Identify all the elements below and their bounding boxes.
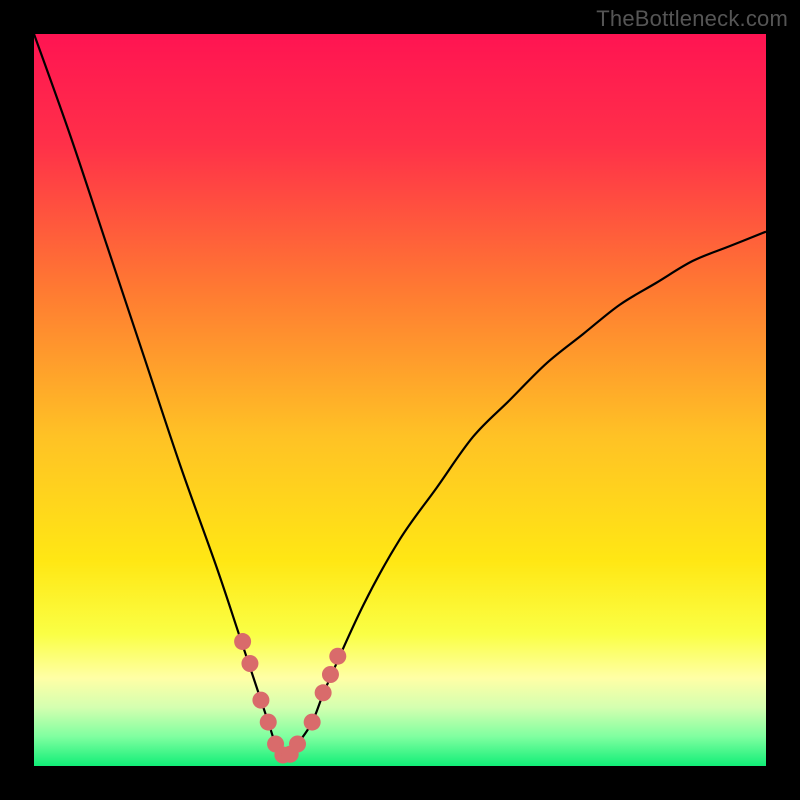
gradient-background [34,34,766,766]
bead [329,648,346,665]
plot-area [34,34,766,766]
bead [322,666,339,683]
bead [260,714,277,731]
chart-frame: TheBottleneck.com [0,0,800,800]
bead [315,684,332,701]
bead [252,692,269,709]
chart-svg [34,34,766,766]
bead [241,655,258,672]
bead [289,736,306,753]
bead [234,633,251,650]
bead [304,714,321,731]
watermark-text: TheBottleneck.com [596,6,788,32]
